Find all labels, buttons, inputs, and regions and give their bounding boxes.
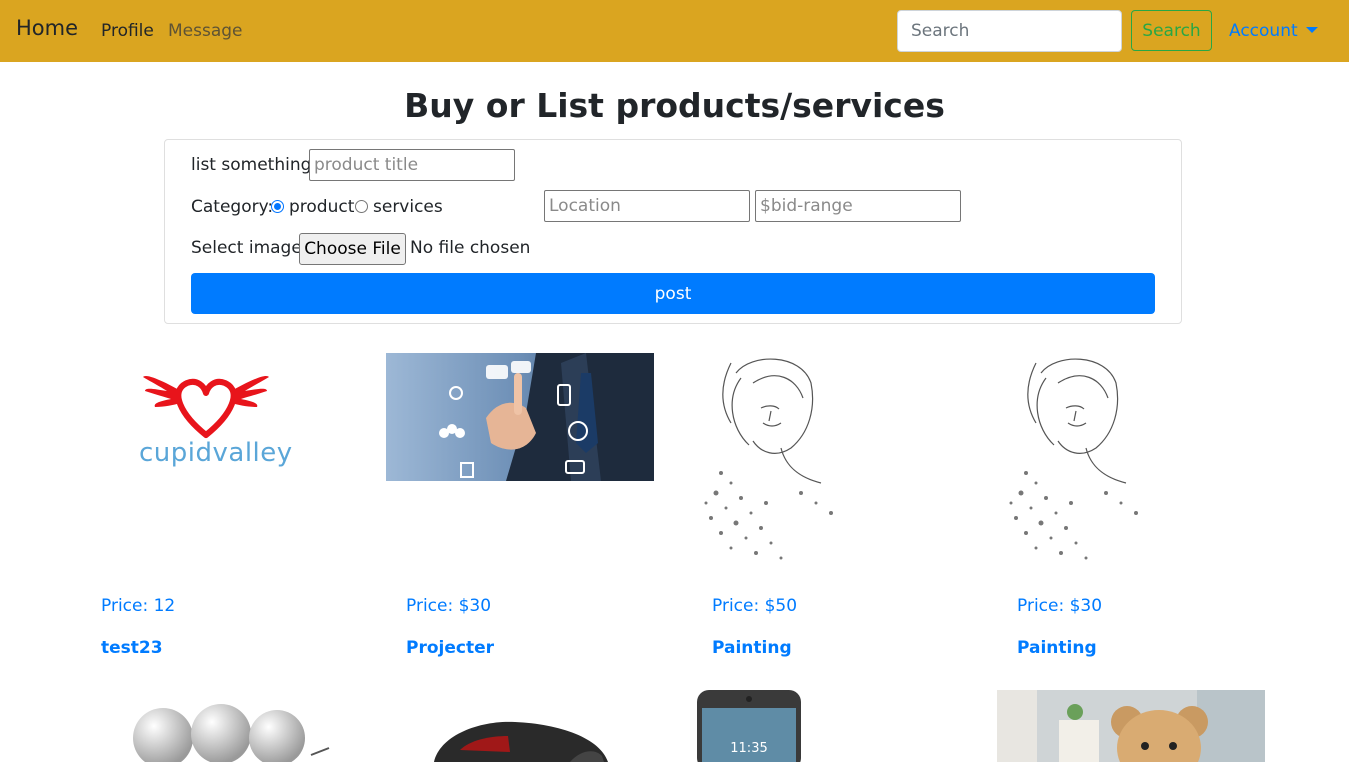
listing-form: list something: Category: product servic… — [164, 139, 1182, 324]
woman-sketch-drawing — [691, 353, 851, 568]
list-something-label: list something: — [191, 155, 318, 175]
car-mouse-photo — [434, 721, 608, 762]
category-product-label: product — [289, 197, 355, 217]
caret-down-icon — [1305, 27, 1318, 33]
product-title-input[interactable] — [309, 149, 515, 181]
product-image-painting-1[interactable] — [691, 353, 851, 568]
product-title-link[interactable]: Projecter — [406, 638, 494, 658]
teddy-bear-photo — [997, 690, 1265, 762]
product-price: Price: $30 — [1017, 596, 1103, 616]
product-price: Price: $30 — [406, 596, 492, 616]
svg-text:11:35: 11:35 — [730, 741, 767, 756]
product-image-painting-2[interactable] — [996, 353, 1156, 568]
product-title-link[interactable]: Painting — [712, 638, 792, 658]
product-image-teddy[interactable] — [997, 690, 1265, 762]
product-image-figures[interactable] — [101, 690, 341, 762]
account-dropdown[interactable]: Account — [1229, 21, 1318, 41]
location-input[interactable] — [544, 190, 750, 222]
post-button[interactable]: post — [191, 273, 1155, 314]
product-title-link[interactable]: Painting — [1017, 638, 1097, 658]
product-image-mouse[interactable] — [420, 690, 620, 762]
business-touch-screen-photo — [386, 353, 654, 481]
woman-sketch-drawing — [996, 353, 1156, 568]
select-image-label: Select image: — [191, 238, 308, 258]
product-price: Price: $50 — [712, 596, 798, 616]
nav-message-link[interactable]: Message — [168, 21, 243, 41]
category-services-label: services — [373, 197, 443, 217]
white-figures-photo — [133, 704, 330, 762]
product-title-link[interactable]: test23 — [101, 638, 163, 658]
bid-range-input[interactable] — [755, 190, 961, 222]
category-services-radio[interactable] — [355, 200, 368, 213]
product-price: Price: 12 — [101, 596, 176, 616]
smartphone-photo: 11:35 — [697, 690, 801, 762]
cupidvalley-logo-text: cupidvalley — [139, 438, 293, 468]
account-label: Account — [1229, 21, 1298, 41]
page-title: Buy or List products/services — [404, 86, 945, 125]
product-image-projecter[interactable] — [386, 353, 654, 481]
home-link[interactable]: Home — [16, 16, 78, 40]
nav-profile-link[interactable]: Profile — [101, 21, 154, 41]
choose-file-button[interactable]: Choose File — [299, 233, 406, 265]
file-status: No file chosen — [410, 238, 531, 258]
product-image-phone[interactable]: 11:35 — [697, 690, 801, 762]
navbar: Home Profile Message Search Account — [0, 0, 1349, 62]
search-input[interactable] — [897, 10, 1122, 52]
category-product-radio[interactable] — [271, 200, 284, 213]
search-button[interactable]: Search — [1131, 10, 1212, 51]
category-label: Category: — [191, 197, 274, 217]
